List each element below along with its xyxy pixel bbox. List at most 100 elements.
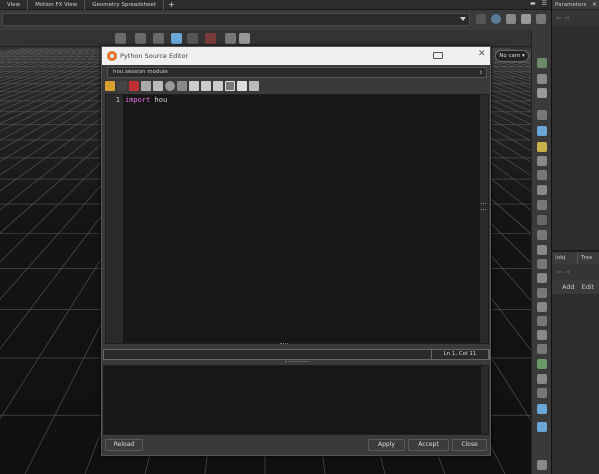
notepad-icon[interactable]	[249, 81, 259, 91]
axis-icon[interactable]	[537, 374, 547, 384]
gear-icon[interactable]	[521, 14, 531, 24]
close-button[interactable]: Close	[452, 439, 487, 451]
wireframe-icon[interactable]	[537, 170, 547, 180]
ghost-icon[interactable]	[537, 273, 547, 283]
render-icon[interactable]	[537, 359, 547, 369]
record-icon[interactable]	[205, 33, 216, 44]
display-options-icon[interactable]	[506, 14, 516, 24]
dot-icon[interactable]	[537, 215, 547, 225]
chevron-down-icon	[460, 17, 466, 21]
output-pane[interactable]	[103, 365, 489, 435]
houdini-logo-icon	[107, 51, 117, 61]
pane-tab-strip: View Motion FX View Geometry Spreadsheet…	[0, 0, 551, 10]
uv-icon[interactable]	[537, 344, 547, 354]
cut-icon[interactable]	[129, 81, 139, 91]
move-tool-icon[interactable]	[135, 33, 146, 44]
tab-tree[interactable]: Tree	[577, 252, 592, 264]
normals-icon[interactable]	[537, 200, 547, 210]
viewport-toolbar	[0, 30, 531, 47]
points-icon[interactable]	[537, 185, 547, 195]
copy-icon[interactable]	[141, 81, 151, 91]
flipbook-icon[interactable]	[537, 388, 547, 398]
arrow-icon[interactable]	[537, 230, 547, 240]
editor-scrollbar[interactable]	[480, 95, 488, 343]
handle-tool-icon[interactable]	[187, 33, 198, 44]
close-icon[interactable]: ✕	[478, 49, 486, 59]
shading-icon[interactable]	[537, 156, 547, 166]
path-dropdown[interactable]	[2, 13, 470, 26]
speech-bubble-icon[interactable]	[237, 81, 247, 91]
editor-toolbar	[105, 81, 259, 93]
display-options-icon[interactable]	[537, 58, 547, 68]
add-tab-button[interactable]: +	[164, 0, 179, 9]
search-icon[interactable]	[165, 81, 175, 91]
indent-left-icon[interactable]	[189, 81, 199, 91]
output-splitter[interactable]	[285, 361, 309, 363]
close-icon[interactable]: ✕	[592, 0, 597, 10]
accept-button[interactable]: Accept	[408, 439, 449, 451]
viewport-side-toolbar	[531, 30, 551, 474]
undo-icon[interactable]	[105, 81, 115, 91]
bbox-icon[interactable]	[537, 316, 547, 326]
tab-scene-view[interactable]: View	[0, 0, 29, 10]
texture-icon[interactable]	[537, 330, 547, 340]
isolate-icon[interactable]	[537, 288, 547, 298]
parameters-nav-arrows[interactable]: ⇐ ⇒	[552, 10, 599, 26]
pane-menu-icon[interactable]: ▬	[530, 0, 536, 7]
settings-icon[interactable]	[225, 81, 235, 91]
code-text: hou	[150, 96, 168, 104]
parameters-panel: Parameters ✕ ⇐ ⇒	[551, 0, 599, 250]
key-icon[interactable]	[537, 422, 547, 432]
tab-geometry-spreadsheet[interactable]: Geometry Spreadsheet	[85, 0, 165, 10]
code-editor[interactable]: 1 import hou	[105, 94, 489, 344]
status-bar: Ln 1, Col 11	[103, 349, 490, 360]
lock-icon[interactable]	[537, 88, 547, 98]
apply-button[interactable]: Apply	[368, 439, 405, 451]
tree-nav-arrows[interactable]: ⇐ ⇒	[552, 264, 599, 280]
camera-icon[interactable]	[225, 33, 236, 44]
redo-icon[interactable]	[117, 81, 127, 91]
pane-options-icon[interactable]: ☰	[542, 0, 547, 7]
output-scrollbar[interactable]	[481, 366, 488, 434]
light-icon[interactable]	[537, 126, 547, 136]
grid-icon[interactable]	[537, 110, 547, 120]
handle-icon[interactable]	[537, 259, 547, 269]
expand-icon[interactable]	[537, 460, 547, 470]
pin-icon[interactable]	[476, 14, 486, 24]
paste-icon[interactable]	[153, 81, 163, 91]
lightbulb-icon[interactable]	[537, 142, 547, 152]
select-tool-icon[interactable]	[115, 33, 126, 44]
camera-menu-button[interactable]: No cam ▾	[495, 50, 529, 62]
network-icon[interactable]	[537, 404, 547, 414]
add-button[interactable]: Add	[562, 280, 575, 294]
dialog-titlebar[interactable]: Python Source Editor ✕	[102, 47, 490, 65]
parameters-tab[interactable]: Parameters ✕	[552, 0, 599, 10]
line-number-gutter: 1	[106, 95, 122, 343]
comment-icon[interactable]	[213, 81, 223, 91]
reload-button[interactable]: Reload	[105, 439, 143, 451]
display-icon[interactable]	[239, 33, 250, 44]
replace-icon[interactable]	[177, 81, 187, 91]
path-bar	[0, 10, 551, 30]
code-keyword: import	[125, 96, 151, 104]
snap-tool-icon[interactable]	[171, 33, 182, 44]
code-text-area[interactable]: import hou	[123, 95, 481, 343]
editor-resize-grip[interactable]	[280, 343, 288, 346]
edit-button[interactable]: Edit	[582, 280, 595, 294]
camera-icon[interactable]	[537, 74, 547, 84]
rotate-tool-icon[interactable]	[153, 33, 164, 44]
chevron-updown-icon: ⇕	[478, 70, 483, 76]
vector-icon[interactable]	[537, 245, 547, 255]
float-window-icon[interactable]	[433, 52, 443, 59]
template-icon[interactable]	[537, 302, 547, 312]
python-source-editor-dialog: Python Source Editor ✕ hou.session modul…	[101, 46, 491, 456]
module-dropdown[interactable]: hou.session module ⇕	[107, 67, 487, 78]
link-icon[interactable]	[491, 14, 501, 24]
tab-motion-fx-view[interactable]: Motion FX View	[28, 0, 86, 10]
tree-panel: /obj Tree ⇐ ⇒ Add Edit	[551, 252, 599, 474]
parameters-title: Parameters	[555, 2, 587, 8]
indent-right-icon[interactable]	[201, 81, 211, 91]
help-icon[interactable]	[536, 14, 546, 24]
cursor-position: Ln 1, Col 11	[431, 349, 489, 360]
tab-obj-path[interactable]: /obj	[555, 255, 565, 261]
